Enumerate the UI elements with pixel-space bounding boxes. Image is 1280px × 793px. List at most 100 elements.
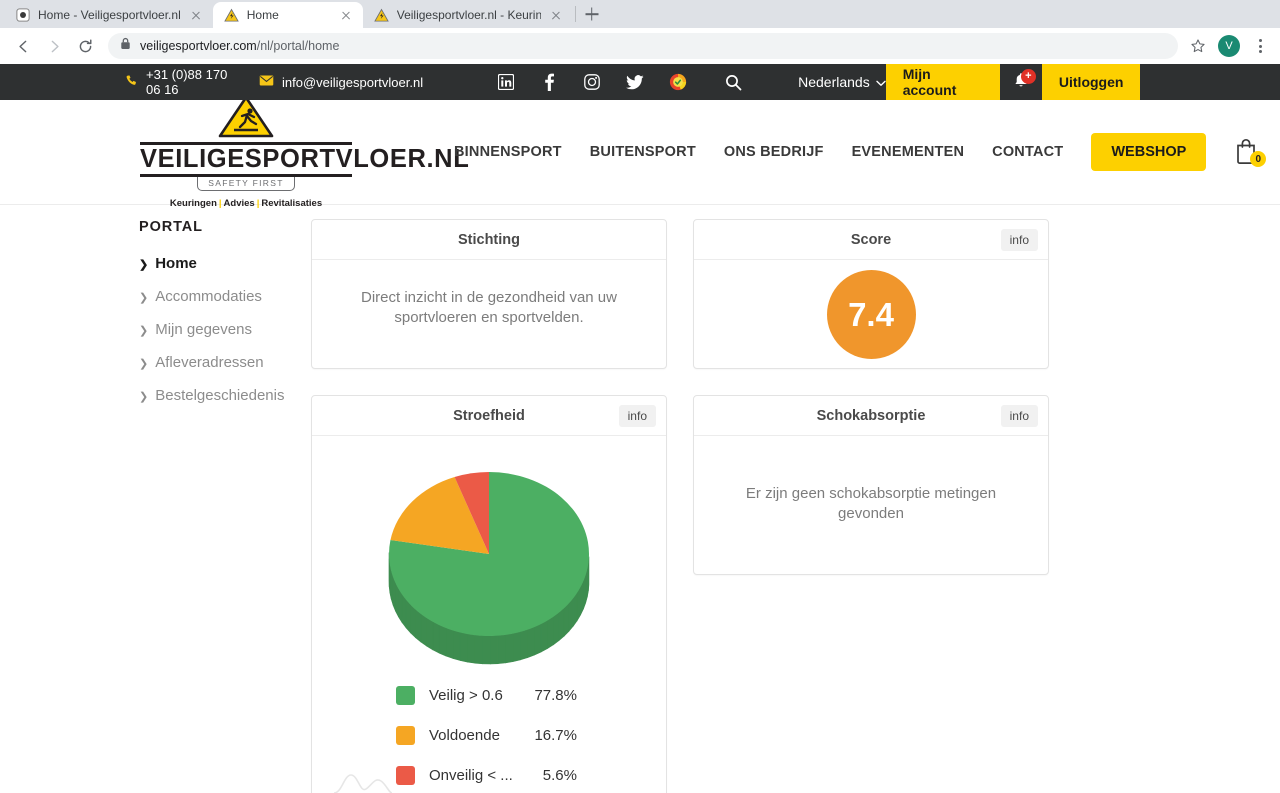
legend-label: Voldoende [429, 727, 500, 744]
sidebar-title: PORTAL [139, 219, 203, 235]
email-address: info@veiligesportvloer.nl [281, 74, 424, 90]
browser-tab[interactable]: Home - Veiligesportvloer.nl [4, 2, 213, 28]
cart-count-badge: 0 [1250, 151, 1267, 167]
phone-link[interactable]: +31 (0)88 170 06 16 [125, 67, 233, 97]
info-button[interactable]: info [1000, 228, 1038, 251]
portal-page: PORTAL ❯ Home ❯ Accommodaties ❯ Mijn geg… [0, 205, 1280, 793]
nav-item-binnensport[interactable]: BINNENSPORT [440, 144, 576, 160]
avatar[interactable]: V [1218, 35, 1240, 57]
close-icon[interactable] [338, 7, 354, 23]
browser-tab-active[interactable]: Home [212, 2, 363, 28]
legend-value: 5.6% [542, 767, 577, 784]
sidebar-item-label: Afleveradressen [155, 354, 264, 371]
webshop-button[interactable]: WEBSHOP [1091, 133, 1207, 171]
my-account-button[interactable]: Mijn account [885, 64, 1001, 100]
legend-item[interactable]: Voldoende 16.7% [396, 726, 666, 745]
main-navigation: BINNENSPORT BUITENSPORT ONS BEDRIJF EVEN… [440, 133, 1267, 171]
legend-label: Onveilig < ... [429, 767, 513, 784]
site-header: VEILIGESPORTVLOER.NL SAFETY FIRST Keurin… [0, 96, 1280, 209]
browser-tab[interactable]: Veiligesportvloer.nl - Keuringe [362, 2, 573, 28]
sidebar-item-bestelgeschiedenis[interactable]: ❯ Bestelgeschiedenis [139, 387, 311, 404]
legend-value: 77.8% [534, 687, 577, 704]
legend-label: Veilig > 0.6 [429, 687, 503, 704]
stroefheid-pie-chart [312, 436, 666, 670]
linkedin-icon[interactable] [497, 73, 515, 91]
card-title: Stroefheid [453, 407, 525, 424]
site-top-bar: +31 (0)88 170 06 16 info@veiligesportvlo… [0, 64, 1280, 100]
tab-title: Home [246, 8, 279, 22]
legend-swatch-veilig [396, 686, 415, 705]
reload-icon[interactable] [71, 32, 99, 60]
twitter-icon[interactable] [626, 73, 644, 91]
close-icon[interactable] [548, 7, 564, 23]
sidebar-item-label: Home [155, 255, 197, 272]
logo-tagline-1: Keuringen [169, 197, 217, 209]
card-score: Score info 7.4 [693, 219, 1049, 369]
sidebar-item-accommodaties[interactable]: ❯ Accommodaties [139, 288, 311, 305]
search-icon[interactable] [724, 73, 742, 91]
card-header: Stroefheid info [312, 396, 666, 436]
portal-dashboard: Stichting Direct inzicht in de gezondhei… [311, 219, 1049, 793]
nav-item-evenementen[interactable]: EVENEMENTEN [838, 144, 979, 160]
close-icon[interactable] [188, 7, 204, 23]
facebook-icon[interactable] [540, 73, 558, 91]
notifications-button[interactable]: + [1000, 64, 1042, 100]
instagram-icon[interactable] [583, 73, 601, 91]
nav-item-buitensport[interactable]: BUITENSPORT [576, 144, 710, 160]
sidebar-item-mijn-gegevens[interactable]: ❯ Mijn gegevens [139, 321, 311, 338]
pie-legend: Veilig > 0.6 77.8% Voldoende 16.7% Onvei… [312, 670, 666, 785]
cart-button[interactable]: 0 [1234, 137, 1267, 167]
legend-swatch-onveilig [396, 766, 415, 785]
info-button[interactable]: info [618, 404, 656, 427]
tab-title: Home - Veiligesportvloer.nl [38, 8, 181, 22]
chevron-right-icon: ❯ [139, 259, 149, 271]
logo-wordmark: VEILIGESPORTVLOER.NL [140, 142, 469, 177]
sidebar-item-label: Bestelgeschiedenis [155, 387, 285, 404]
logout-button[interactable]: Uitloggen [1041, 64, 1141, 100]
social-links [497, 73, 742, 91]
back-arrow-icon[interactable] [9, 32, 37, 60]
legend-item[interactable]: Veilig > 0.6 77.8% [396, 686, 666, 705]
legend-item[interactable]: Onveilig < ... 5.6% [396, 766, 666, 785]
tab-strip: Home - Veiligesportvloer.nl Home Veilige… [0, 0, 1280, 28]
chevron-right-icon: ❯ [139, 391, 149, 403]
sidebar-item-home[interactable]: ❯ Home [139, 255, 311, 272]
email-link[interactable]: info@veiligesportvloer.nl [259, 75, 423, 90]
nav-item-contact[interactable]: CONTACT [978, 144, 1077, 160]
card-body-text: Er zijn geen schokabsorptie metingen gev… [745, 485, 997, 523]
warning-triangle-slip-icon [218, 95, 274, 144]
logo-tagline-sep: | [218, 197, 222, 209]
url-bar[interactable]: veiligesportvloer.com/nl/portal/home [108, 33, 1178, 59]
pie-chart-svg [388, 472, 590, 665]
info-button[interactable]: info [1000, 404, 1038, 427]
nav-item-ons-bedrijf[interactable]: ONS BEDRIJF [710, 144, 838, 160]
mail-icon [259, 75, 274, 89]
card-header: Score info [694, 220, 1048, 260]
score-value: 7.4 [826, 270, 916, 359]
new-tab-button[interactable] [578, 1, 606, 27]
browser-chrome: Home - Veiligesportvloer.nl Home Veilige… [0, 0, 1280, 64]
card-stichting: Stichting Direct inzicht in de gezondhei… [311, 219, 667, 369]
site-logo[interactable]: VEILIGESPORTVLOER.NL SAFETY FIRST Keurin… [140, 95, 469, 209]
chevron-down-icon [876, 74, 886, 90]
card-header: Schokabsorptie info [694, 396, 1048, 436]
card-stroefheid: Stroefheid info Veilig > 0.6 77.8% Voldo… [311, 395, 667, 793]
url-path: /nl/portal/home [256, 39, 340, 53]
forward-arrow-icon[interactable] [40, 32, 68, 60]
legend-swatch-voldoende [396, 726, 415, 745]
url-domain: veiligesportvloer.com [140, 39, 257, 53]
language-selector[interactable]: Nederlands [798, 74, 886, 90]
phone-icon [125, 74, 138, 90]
review-seal-icon[interactable] [669, 73, 687, 91]
kebab-menu-icon[interactable] [1249, 33, 1271, 59]
star-icon[interactable] [1185, 33, 1211, 59]
warning-triangle-icon [224, 7, 240, 23]
sidebar-item-afleveradressen[interactable]: ❯ Afleveradressen [139, 354, 311, 371]
tab-title: Veiligesportvloer.nl - Keuringe [396, 8, 541, 22]
top-bar-spacer [1140, 64, 1280, 100]
logo-tagline-sep: | [256, 197, 260, 209]
card-schokabsorptie: Schokabsorptie info Er zijn geen schokab… [693, 395, 1049, 575]
camera-icon [15, 7, 31, 23]
card-title: Score [850, 231, 892, 248]
portal-sidebar: PORTAL ❯ Home ❯ Accommodaties ❯ Mijn geg… [139, 219, 311, 793]
